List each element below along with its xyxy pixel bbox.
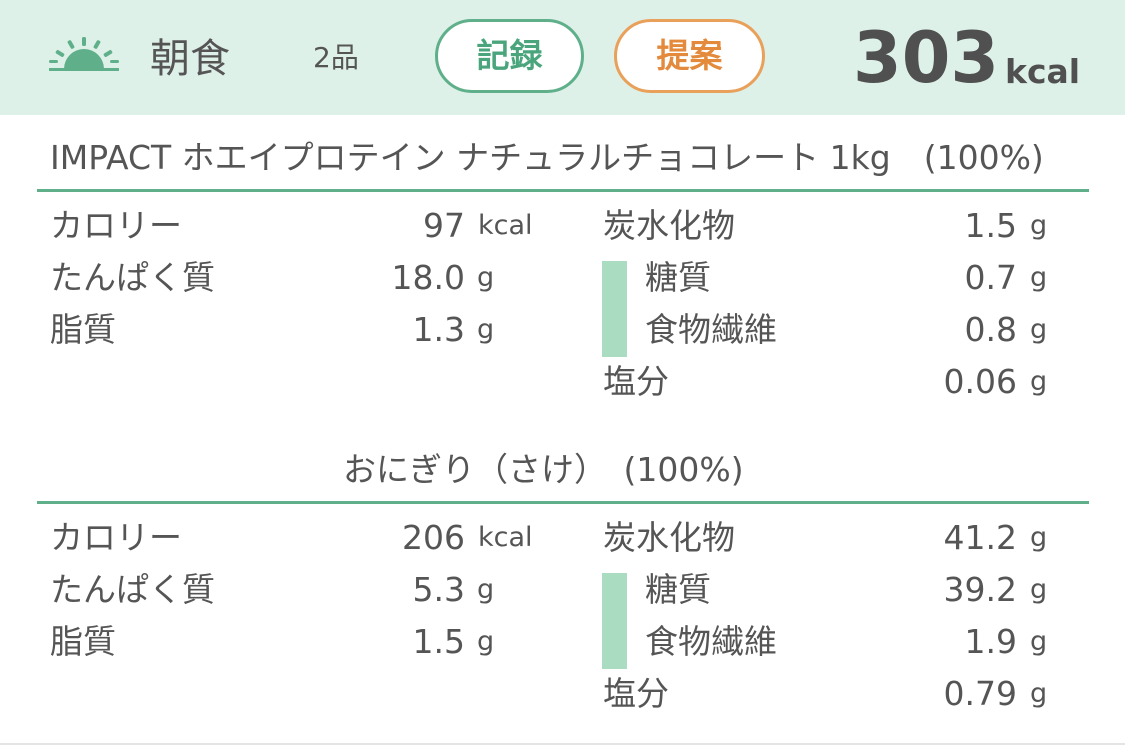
total-calories-unit: kcal (1005, 52, 1081, 91)
calories-label: カロリー (50, 206, 182, 245)
carbs-unit: g (1030, 210, 1048, 241)
carbs-breakdown-bar (602, 573, 627, 669)
divider (37, 189, 1089, 192)
food-item-title[interactable]: おにぎり（さけ） (100%) (343, 450, 744, 490)
carbs-value: 41.2 (943, 518, 1017, 557)
salt-label: 塩分 (603, 674, 669, 713)
meal-title: 朝食 (150, 36, 230, 82)
food-item-title[interactable]: IMPACT ホエイプロテイン ナチュラルチョコレート 1kg (100%) (50, 138, 1044, 178)
fiber-value: 1.9 (964, 622, 1017, 661)
calories-unit: kcal (478, 210, 533, 241)
suggest-button[interactable]: 提案 (614, 19, 765, 93)
meal-header: 朝食 2品 記録 提案 303 kcal (0, 0, 1125, 115)
sunrise-icon (49, 37, 119, 71)
salt-value: 0.79 (943, 674, 1017, 713)
sugar-unit: g (1030, 262, 1048, 293)
fat-value: 1.5 (412, 622, 465, 661)
fat-label: 脂質 (50, 310, 116, 349)
protein-value: 18.0 (391, 258, 465, 297)
fiber-unit: g (1030, 626, 1048, 657)
protein-value: 5.3 (412, 570, 465, 609)
carbs-label: 炭水化物 (603, 206, 735, 245)
carbs-breakdown-bar (602, 261, 627, 357)
sugar-label: 糖質 (645, 570, 711, 609)
protein-unit: g (477, 574, 495, 605)
total-calories: 303 (853, 17, 1000, 99)
fiber-value: 0.8 (964, 310, 1017, 349)
fiber-label: 食物繊維 (645, 310, 777, 349)
fat-unit: g (477, 626, 495, 657)
fat-value: 1.3 (412, 310, 465, 349)
salt-unit: g (1030, 366, 1048, 397)
carbs-value: 1.5 (964, 206, 1017, 245)
divider (37, 501, 1089, 504)
salt-unit: g (1030, 678, 1048, 709)
fiber-label: 食物繊維 (645, 622, 777, 661)
protein-label: たんぱく質 (50, 258, 215, 297)
salt-label: 塩分 (603, 362, 669, 401)
sugar-value: 0.7 (964, 258, 1017, 297)
calories-value: 206 (402, 518, 465, 557)
calories-unit: kcal (478, 522, 533, 553)
carbs-unit: g (1030, 522, 1048, 553)
calories-label: カロリー (50, 518, 182, 557)
fat-label: 脂質 (50, 622, 116, 661)
bottom-border (0, 743, 1125, 745)
calories-value: 97 (423, 206, 465, 245)
fat-unit: g (477, 314, 495, 345)
protein-unit: g (477, 262, 495, 293)
fiber-unit: g (1030, 314, 1048, 345)
salt-value: 0.06 (943, 362, 1017, 401)
sugar-label: 糖質 (645, 258, 711, 297)
record-button[interactable]: 記録 (435, 19, 584, 93)
item-count: 2品 (313, 41, 359, 74)
sugar-value: 39.2 (943, 570, 1017, 609)
sugar-unit: g (1030, 574, 1048, 605)
carbs-label: 炭水化物 (603, 518, 735, 557)
protein-label: たんぱく質 (50, 570, 215, 609)
